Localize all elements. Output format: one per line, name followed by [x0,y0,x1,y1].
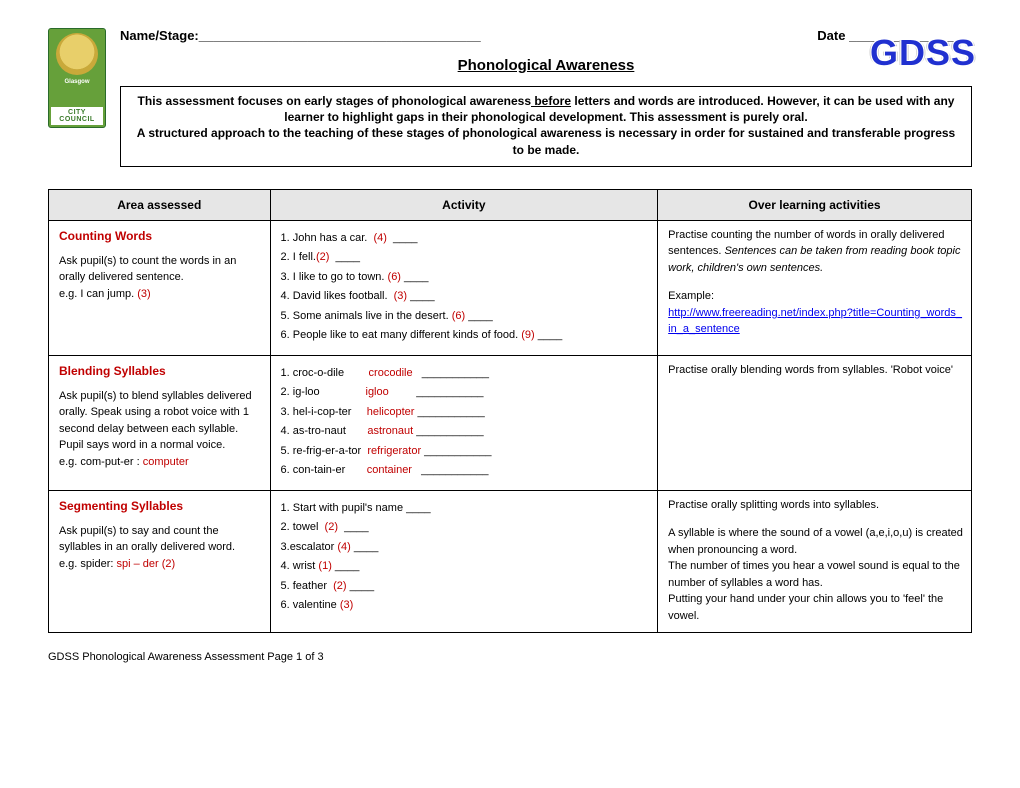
area-desc: Ask pupil(s) to blend syllables delivere… [59,388,262,454]
activity-cell: 1. Start with pupil's name ____ 2. towel … [270,490,658,633]
activity-list: 1. Start with pupil's name ____ 2. towel … [281,500,650,614]
activity-list: 1. John has a car. (4) ____ 2. I fell.(2)… [281,230,650,344]
activity-line: 1. croc-o-dile crocodile ___________ [281,365,650,382]
activity-line: 5. re-frig-er-a-tor refrigerator _______… [281,443,650,460]
area-title: Counting Words [59,227,262,245]
activity-line: 5. feather (2) ____ [281,578,650,595]
page-footer: GDSS Phonological Awareness Assessment P… [48,651,972,663]
activity-line: 2. towel (2) ____ [281,519,650,536]
activity-line: 6. People like to eat many different kin… [281,327,650,344]
area-cell: Segmenting Syllables Ask pupil(s) to say … [49,490,271,633]
table-row: Blending Syllables Ask pupil(s) to blend … [49,355,972,490]
logo-brand: Glasgow [64,79,89,85]
activity-line: 2. ig-loo igloo ___________ [281,384,650,401]
table-row: Segmenting Syllables Ask pupil(s) to say … [49,490,972,633]
intro-box: This assessment focuses on early stages … [120,86,972,167]
activity-line: 6. valentine (3) [281,597,650,614]
glasgow-logo: Glasgow CITY COUNCIL [48,28,106,128]
over-cell: Practise orally splitting words into syl… [658,490,972,633]
area-example: e.g. spider: spi – der (2) [59,556,262,573]
area-desc: Ask pupil(s) to say and count the syllab… [59,523,262,556]
over-example-label: Example: [668,288,963,305]
activity-list: 1. croc-o-dile crocodile ___________ 2. i… [281,365,650,479]
over-extra: A syllable is where the sound of a vowel… [668,525,963,624]
over-cell: Practise counting the number of words in… [658,220,972,355]
logo-crest-icon [56,33,98,75]
intro-p2: A structured approach to the teaching of… [137,126,955,156]
area-title: Segmenting Syllables [59,497,262,515]
intro-p1a: This assessment focuses on early stages … [138,94,531,108]
over-pre: Practise orally blending words from syll… [668,362,963,379]
name-stage-label: Name/Stage:_____________________________… [120,28,481,43]
over-pre: Practise counting the number of words in… [668,227,963,277]
activity-cell: 1. croc-o-dile crocodile ___________ 2. i… [270,355,658,490]
activity-line: 6. con-tain-er container ___________ [281,462,650,479]
name-date-row: Name/Stage:_____________________________… [120,28,972,43]
col-over: Over learning activities [658,189,972,220]
activity-line: 3.escalator (4) ____ [281,539,650,556]
over-cell: Practise orally blending words from syll… [658,355,972,490]
header-row: Glasgow CITY COUNCIL Name/Stage:________… [48,28,972,185]
area-cell: Counting Words Ask pupil(s) to count the … [49,220,271,355]
area-example: e.g. I can jump. (3) [59,286,262,303]
activity-line: 3. I like to go to town. (6) ____ [281,269,650,286]
activity-line: 1. John has a car. (4) ____ [281,230,650,247]
activity-line: 2. I fell.(2) ____ [281,249,650,266]
intro-p1b: before [531,94,571,108]
activity-line: 1. Start with pupil's name ____ [281,500,650,517]
over-pre: Practise orally splitting words into syl… [668,497,963,514]
activity-line: 3. hel-i-cop-ter helicopter ___________ [281,404,650,421]
activity-cell: 1. John has a car. (4) ____ 2. I fell.(2)… [270,220,658,355]
header-text: Name/Stage:_____________________________… [120,28,972,185]
activity-line: 4. wrist (1) ____ [281,558,650,575]
col-activity: Activity [270,189,658,220]
col-area: Area assessed [49,189,271,220]
table-row: Counting Words Ask pupil(s) to count the … [49,220,972,355]
gdss-badge: GDSS [870,32,976,74]
area-desc: Ask pupil(s) to count the words in an or… [59,253,262,286]
area-title: Blending Syllables [59,362,262,380]
activity-line: 5. Some animals live in the desert. (6) … [281,308,650,325]
area-example: e.g. com-put-er : computer [59,454,262,471]
table-header-row: Area assessed Activity Over learning act… [49,189,972,220]
over-link[interactable]: http://www.freereading.net/index.php?tit… [668,307,962,336]
activity-line: 4. David likes football. (3) ____ [281,288,650,305]
activity-line: 4. as-tro-naut astronaut ___________ [281,423,650,440]
page-title: Phonological Awareness [120,57,972,74]
area-cell: Blending Syllables Ask pupil(s) to blend … [49,355,271,490]
logo-subtext: CITY COUNCIL [51,107,103,125]
assessment-table: Area assessed Activity Over learning act… [48,189,972,634]
